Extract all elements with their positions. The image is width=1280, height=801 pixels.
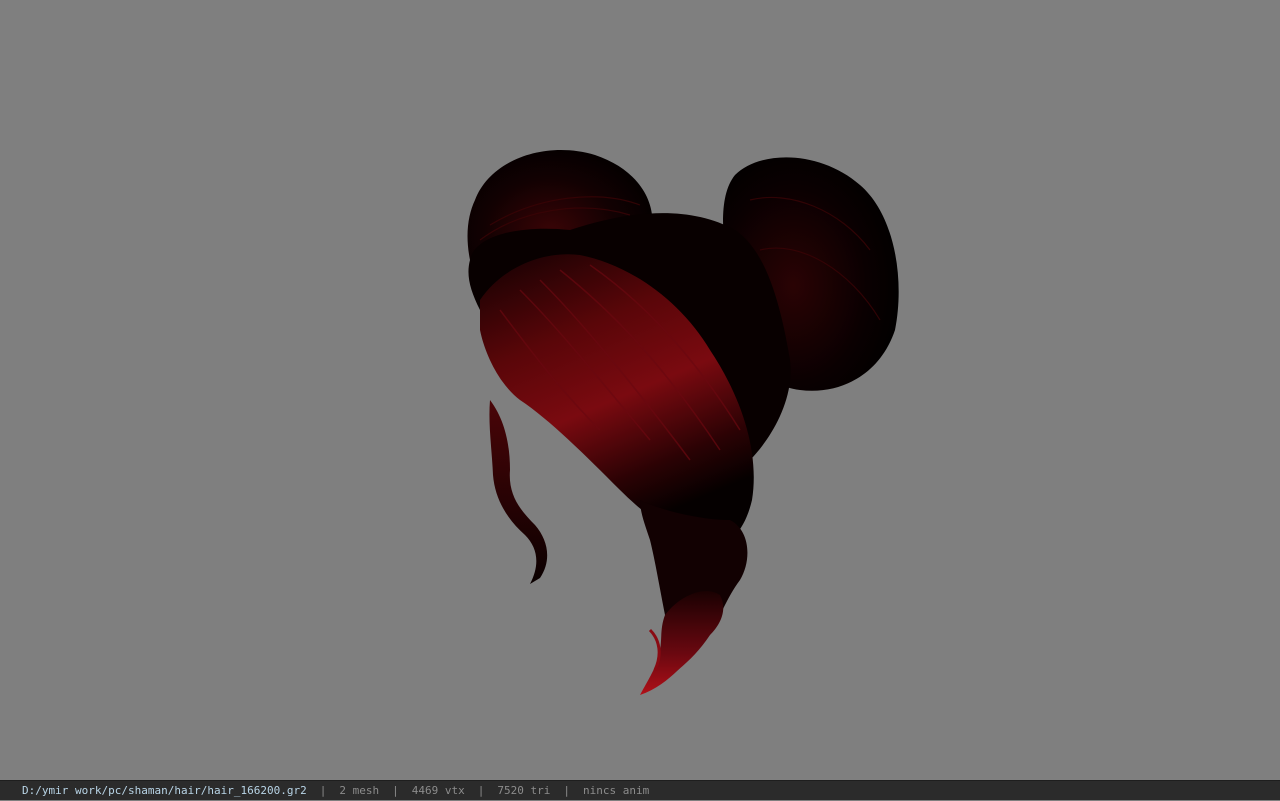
triangle-count: 7520 tri [497, 783, 551, 797]
hair-curl-tips [640, 591, 724, 695]
animation-status: nincs anim [583, 783, 650, 797]
file-path: D:/ymir work/pc/shaman/hair/hair_166200.… [22, 783, 307, 797]
separator: | [392, 783, 399, 797]
mesh-count: 2 mesh [339, 783, 380, 797]
vertex-count: 4469 vtx [411, 783, 465, 797]
separator: | [319, 783, 327, 797]
separator: | [563, 783, 570, 797]
hair-model-render [467, 150, 899, 695]
3d-viewport[interactable] [0, 0, 1280, 780]
hair-side-strand [489, 400, 548, 584]
separator: | [477, 783, 485, 797]
status-bar: D:/ymir work/pc/shaman/hair/hair_166200.… [0, 780, 1280, 800]
